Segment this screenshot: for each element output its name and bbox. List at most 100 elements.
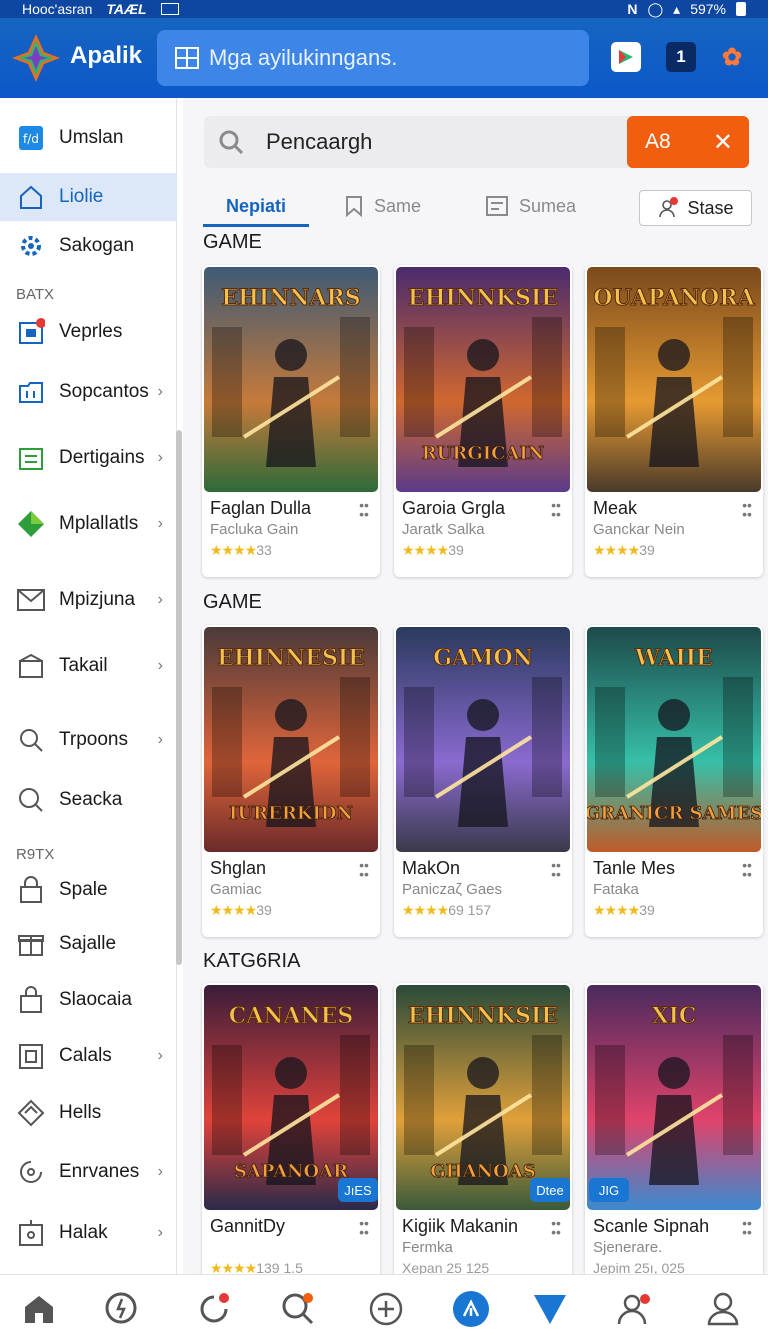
sidebar-item-liolie[interactable]: Liolie bbox=[0, 173, 177, 221]
profile-icon[interactable] bbox=[703, 1289, 743, 1329]
sidebar-item-label: Spale bbox=[59, 879, 108, 900]
sidebar-item-enrvanes[interactable]: Enrvanes › bbox=[0, 1150, 177, 1194]
app-store-icon[interactable] bbox=[611, 42, 641, 72]
game-cover-image[interactable]: XIC bbox=[587, 985, 761, 1210]
sidebar-item-slaocaia[interactable]: Slaocaia bbox=[0, 978, 177, 1022]
game-cover-image[interactable]: EHINNKSIE RURGICAIN bbox=[396, 267, 570, 492]
app-logo-icon[interactable] bbox=[10, 32, 62, 84]
tab-label: Sumea bbox=[519, 195, 577, 216]
game-cover-image[interactable]: WAIIE GRANICR SAMES bbox=[587, 627, 761, 852]
sidebar-item-mpizjuna[interactable]: Mpizjuna › bbox=[0, 578, 177, 622]
chevron-right-icon: › bbox=[157, 1224, 163, 1241]
game-cover-image[interactable]: EHINNESIE IURERKIDN bbox=[204, 627, 378, 852]
game-title[interactable]: GannitDy bbox=[210, 1216, 285, 1237]
notification-count-badge[interactable]: 1 bbox=[666, 42, 696, 72]
stase-button[interactable]: Stase bbox=[639, 190, 752, 226]
game-title[interactable]: MakOn bbox=[402, 858, 460, 879]
stase-label: Stase bbox=[687, 197, 734, 218]
game-publisher: Gamiac bbox=[210, 881, 262, 898]
sidebar-item-seacka[interactable]: Seacka bbox=[0, 778, 177, 822]
sidebar-item-label: Dertigains bbox=[59, 447, 145, 468]
diamond-icon bbox=[16, 509, 46, 539]
game-cover-image[interactable]: EHINNKSIE GHANOAS bbox=[396, 985, 570, 1210]
more-options-icon[interactable]: •• •• bbox=[741, 858, 753, 881]
game-title[interactable]: Garoia Grgla bbox=[402, 498, 505, 519]
more-options-icon[interactable]: •• •• bbox=[550, 858, 562, 881]
tab-sumea[interactable]: Sumea bbox=[485, 186, 576, 226]
search-submit-button[interactable]: A8 ✕ bbox=[627, 116, 749, 168]
game-cover-image[interactable]: OUAPANORA bbox=[587, 267, 761, 492]
sidebar-item-sajalle[interactable]: Sajalle bbox=[0, 922, 177, 966]
game-title[interactable]: Meak bbox=[593, 498, 637, 519]
more-options-icon[interactable]: •• •• bbox=[550, 1216, 562, 1239]
sidebar-item-halak[interactable]: Halak › bbox=[0, 1211, 177, 1255]
add-icon[interactable] bbox=[366, 1289, 406, 1329]
game-rating: ★★★★39 bbox=[210, 902, 272, 919]
sidebar-item-mplallatls[interactable]: Mplallatls › bbox=[0, 502, 177, 546]
sidebar-item-veprles[interactable]: Veprles bbox=[0, 310, 177, 354]
more-options-icon[interactable]: •• •• bbox=[741, 498, 753, 521]
compass-icon[interactable] bbox=[451, 1289, 491, 1329]
game-cover-image[interactable]: CANANES SAPANOAR bbox=[204, 985, 378, 1210]
game-card[interactable]: CANANES SAPANOAR GannitDy ★★★★139 1.5 •• •• Jı… bbox=[202, 983, 380, 1295]
game-title[interactable]: Shglan bbox=[210, 858, 266, 879]
friends-icon[interactable] bbox=[614, 1289, 654, 1329]
refresh-icon[interactable] bbox=[194, 1289, 234, 1329]
sidebar-item-takail[interactable]: Takail › bbox=[0, 644, 177, 688]
game-cover-image[interactable]: EHINNARS bbox=[204, 267, 378, 492]
cover-title: OUAPANORA bbox=[593, 285, 755, 311]
tab-nepiati[interactable]: Nepiati bbox=[226, 186, 286, 226]
tab-same[interactable]: Same bbox=[344, 186, 421, 226]
game-publisher: Sjenerare. bbox=[593, 1239, 663, 1256]
home-icon[interactable] bbox=[19, 1289, 59, 1329]
search-icon[interactable] bbox=[278, 1289, 318, 1329]
top-search-input[interactable]: Mga ayilukinngans. bbox=[157, 30, 589, 86]
more-options-icon[interactable]: •• •• bbox=[741, 1216, 753, 1239]
sidebar-item-sopcantos[interactable]: Sopcantos › bbox=[0, 370, 177, 414]
sidebar-item-trpoons[interactable]: Trpoons › bbox=[0, 718, 177, 762]
game-title[interactable]: Faglan Dulla bbox=[210, 498, 311, 519]
sidebar: f/d Umslan Liolie Sakogan BATX Veprles S… bbox=[0, 98, 177, 1274]
sidebar-item-spale[interactable]: Spale bbox=[0, 868, 177, 912]
game-card[interactable]: EHINNARS Faglan Dulla Facluka Gain ★★★★33 ••… bbox=[202, 265, 380, 577]
game-card[interactable]: EHINNKSIE RURGICAIN Garoia Grgla Jaratk Sal… bbox=[394, 265, 572, 577]
game-card[interactable]: GAMON MakOn Paniczaζ Gaes ★★★★69 157 •• •• bbox=[394, 625, 572, 937]
main-search-input[interactable]: Pencaargh A8 ✕ bbox=[204, 116, 749, 168]
game-title[interactable]: Tanle Mes bbox=[593, 858, 675, 879]
cover-title: EHINNKSIE bbox=[408, 1003, 558, 1029]
sidebar-item-calals[interactable]: Calals › bbox=[0, 1034, 177, 1078]
chevron-right-icon: › bbox=[157, 657, 163, 674]
lock-icon bbox=[16, 875, 46, 905]
sidebar-item-sakogan[interactable]: Sakogan bbox=[0, 224, 177, 268]
game-card[interactable]: XIC Scanle Sipnah Sjenerare. Jepim 25ı, 025… bbox=[585, 983, 763, 1295]
game-cover-image[interactable]: GAMON bbox=[396, 627, 570, 852]
sidebar-item-hells[interactable]: Hells bbox=[0, 1091, 177, 1135]
more-options-icon[interactable]: •• •• bbox=[358, 1216, 370, 1239]
main-content: Pencaargh A8 ✕ Nepiati Same Sumea Stase … bbox=[183, 98, 768, 1295]
close-icon[interactable]: ✕ bbox=[713, 128, 733, 157]
sidebar-scrollbar[interactable] bbox=[176, 430, 182, 965]
game-title[interactable]: Scanle Sipnah bbox=[593, 1216, 709, 1237]
game-card[interactable]: EHINNESIE IURERKIDN Shglan Gamiac ★★★★39 •• •• bbox=[202, 625, 380, 937]
download-icon[interactable] bbox=[530, 1289, 570, 1329]
game-card[interactable]: EHINNKSIE GHANOAS Kigiik Makanin Fermka Xepa… bbox=[394, 983, 572, 1295]
settings-icon[interactable]: ✿ bbox=[717, 42, 747, 72]
chevron-right-icon: › bbox=[157, 1163, 163, 1180]
sidebar-item-dertigains[interactable]: Dertigains › bbox=[0, 436, 177, 480]
sidebar-section-heading: BATX bbox=[16, 286, 55, 303]
home-icon bbox=[16, 182, 46, 212]
game-title[interactable]: Kigiik Makanin bbox=[402, 1216, 518, 1237]
more-options-icon[interactable]: •• •• bbox=[358, 858, 370, 881]
sidebar-item-label: Mplallatls bbox=[59, 513, 139, 534]
more-options-icon[interactable]: •• •• bbox=[358, 498, 370, 521]
more-options-icon[interactable]: •• •• bbox=[550, 498, 562, 521]
rating-count: 39 bbox=[256, 902, 272, 918]
activity-icon[interactable] bbox=[102, 1289, 142, 1329]
game-card[interactable]: OUAPANORA Meak Ganckar Nein ★★★★39 •• •• bbox=[585, 265, 763, 577]
sidebar-item-umslan[interactable]: f/d Umslan bbox=[0, 116, 177, 160]
sidebar-item-label: Calals bbox=[59, 1045, 112, 1066]
game-card[interactable]: WAIIE GRANICR SAMES Tanle Mes Fataka ★★★★39 •… bbox=[585, 625, 763, 937]
rating-stars: ★★★★ bbox=[210, 542, 257, 558]
rating-count: 39 bbox=[639, 542, 655, 558]
calendar-icon bbox=[16, 1041, 46, 1071]
